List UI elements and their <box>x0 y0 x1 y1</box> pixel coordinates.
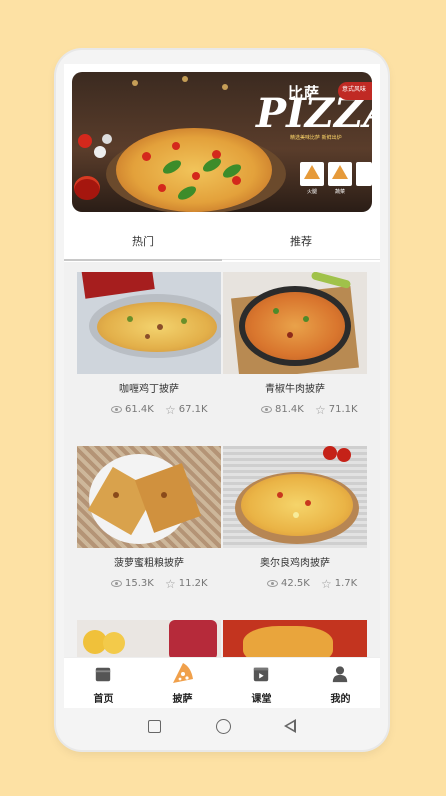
tab-hot[interactable]: 热门 <box>64 224 222 261</box>
nav-label: 我的 <box>330 694 351 705</box>
pizza-photo <box>223 446 367 548</box>
bottom-nav: 首页 披萨 课堂 我的 <box>64 657 380 708</box>
mini-pizza-card <box>300 162 324 186</box>
likes-count: 11.2K <box>178 578 208 589</box>
views-count: 61.4K <box>125 404 154 415</box>
likes-count: 1.7K <box>334 578 358 589</box>
pizza-grid: 咖喱鸡丁披萨 61.4K ☆ 67.1K 青椒牛肉披萨 81.4K ☆ 71.1… <box>64 262 380 657</box>
views-count: 81.4K <box>275 404 304 415</box>
store-icon <box>95 667 111 682</box>
nav-class[interactable]: 课堂 <box>222 658 301 708</box>
light-glow <box>132 80 138 86</box>
mini-pizza-card <box>356 162 372 186</box>
sauce-bowl <box>74 176 100 200</box>
pizza-photo <box>223 272 367 374</box>
likes-stat[interactable]: ☆ 67.1K <box>165 402 208 417</box>
mini-card-label: 火腿 <box>306 189 317 195</box>
nav-label: 首页 <box>93 694 114 705</box>
recent-apps-icon[interactable] <box>148 720 161 733</box>
views-stat: 15.3K <box>111 578 154 589</box>
pizza-photo <box>77 272 221 374</box>
pizza-name: 奥尔良鸡肉披萨 <box>260 558 330 569</box>
home-icon[interactable] <box>216 719 231 734</box>
tomato-garnish <box>78 134 92 148</box>
star-icon: ☆ <box>165 576 176 591</box>
star-icon: ☆ <box>315 402 326 417</box>
pizza-banner[interactable]: 比萨 PIZZA 意式风味 精选美味比萨 新鲜出炉 火腿 蔬菜 <box>72 72 372 212</box>
tab-bar: 热门 推荐 <box>64 224 380 261</box>
likes-stat[interactable]: ☆ 11.2K <box>165 576 208 591</box>
tomato-topping <box>192 172 200 180</box>
system-nav-bar <box>56 708 388 750</box>
nav-pizza[interactable]: 披萨 <box>143 658 222 708</box>
likes-count: 67.1K <box>178 404 208 415</box>
views-count: 15.3K <box>125 578 154 589</box>
pizza-name: 咖喱鸡丁披萨 <box>119 384 179 395</box>
phone-frame: 比萨 PIZZA 意式风味 精选美味比萨 新鲜出炉 火腿 蔬菜 热门 推荐 <box>56 50 388 750</box>
likes-stat[interactable]: ☆ 1.7K <box>321 576 358 591</box>
light-glow <box>222 84 228 90</box>
eye-icon <box>261 406 272 413</box>
banner-badge-text: 意式风味 <box>342 86 367 93</box>
person-icon <box>332 666 348 683</box>
views-stat: 61.4K <box>111 404 154 415</box>
pizza-name: 菠萝蜜粗粮披萨 <box>114 558 184 569</box>
mushroom-garnish <box>102 134 112 144</box>
mini-pizza-card <box>328 162 352 186</box>
tomato-topping <box>172 142 180 150</box>
tab-recommend[interactable]: 推荐 <box>222 224 380 260</box>
app-screen: 比萨 PIZZA 意式风味 精选美味比萨 新鲜出炉 火腿 蔬菜 热门 推荐 <box>64 64 380 708</box>
likes-count: 71.1K <box>328 404 358 415</box>
pizza-slice-icon <box>173 663 193 683</box>
mushroom-garnish <box>94 146 106 158</box>
eye-icon <box>267 580 278 587</box>
eye-icon <box>111 406 122 413</box>
nav-home[interactable]: 首页 <box>64 658 143 708</box>
pizza-image <box>116 128 272 212</box>
pizza-photo <box>223 620 367 657</box>
mini-card-label: 蔬菜 <box>334 189 345 195</box>
back-icon[interactable] <box>284 719 296 733</box>
pizza-photo <box>77 620 221 657</box>
likes-stat[interactable]: ☆ 71.1K <box>315 402 358 417</box>
tomato-topping <box>232 176 241 185</box>
tomato-topping <box>158 184 166 192</box>
star-icon: ☆ <box>165 402 176 417</box>
tomato-topping <box>142 152 151 161</box>
star-icon: ☆ <box>321 576 332 591</box>
views-stat: 81.4K <box>261 404 304 415</box>
banner-subtitle: 精选美味比萨 新鲜出炉 <box>290 135 342 141</box>
pizza-name: 青椒牛肉披萨 <box>265 384 325 395</box>
nav-profile[interactable]: 我的 <box>301 658 380 708</box>
light-glow <box>182 76 188 82</box>
pizza-photo <box>77 446 221 548</box>
nav-label: 课堂 <box>251 694 272 705</box>
views-stat: 42.5K <box>267 578 310 589</box>
nav-label: 披萨 <box>172 694 193 705</box>
views-count: 42.5K <box>281 578 310 589</box>
video-icon <box>253 667 269 682</box>
eye-icon <box>111 580 122 587</box>
